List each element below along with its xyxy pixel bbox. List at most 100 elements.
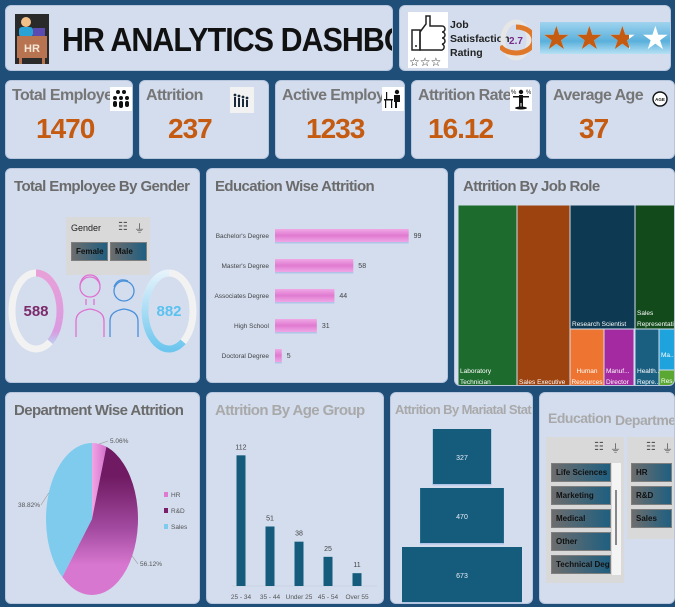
clear-filter-icon[interactable]: ⏚ xyxy=(610,440,621,456)
svg-text:Laboratory: Laboratory xyxy=(460,368,492,375)
segment-shadow xyxy=(420,543,504,545)
data-label: 5.06% xyxy=(110,438,129,445)
data-label: 470 xyxy=(456,514,468,521)
treemap-tile[interactable]: Laboratory Technician xyxy=(458,205,517,387)
legend-item[interactable]: Sales xyxy=(164,524,188,531)
svg-text:Sales: Sales xyxy=(637,310,654,317)
bar[interactable] xyxy=(265,526,275,587)
svg-text:Res...: Res... xyxy=(661,378,675,385)
treemap-tile[interactable]: Sales Representative xyxy=(635,205,675,329)
svg-text:Sales Executive: Sales Executive xyxy=(519,379,566,386)
education-bar-chart: Bachelor's Degree 99 Master's Degree 58 Asso… xyxy=(214,229,422,364)
data-label: 56.12% xyxy=(140,561,162,568)
tick-label: 35 - 44 xyxy=(260,594,281,601)
bar-shadow xyxy=(275,362,282,364)
kpi-average-age: Average Age 37 AGE xyxy=(546,80,675,159)
kpi-value: 1233 xyxy=(306,113,365,144)
department-slicer: ☷ ⏚ HR R&D Sales xyxy=(627,437,674,539)
kpi-value: 1470 xyxy=(36,113,95,144)
svg-text:HR: HR xyxy=(171,492,181,499)
gender-card: Total Employee By Gender Gender ☷ ⏚ Fema… xyxy=(5,168,200,383)
thumbs-up-rating-icon: ☆☆☆ xyxy=(408,12,448,69)
bar[interactable] xyxy=(294,541,304,586)
hr-logo-text: HR xyxy=(24,43,40,55)
page-title: HR ANALYTICS DASHBOARD xyxy=(62,21,392,58)
people-group-icon xyxy=(110,87,132,111)
jobrole-attrition-card: Attrition By Job Role Laboratory Technici… xyxy=(454,168,675,386)
bar[interactable] xyxy=(275,319,317,332)
treemap-tile[interactable]: Health... Repre... xyxy=(635,329,662,387)
slicer-option[interactable]: Other xyxy=(551,532,611,551)
multi-select-icon[interactable]: ☷ xyxy=(118,220,128,233)
svg-text:Repre...: Repre... xyxy=(637,379,660,386)
slicer-option[interactable]: Medical xyxy=(551,509,611,528)
data-label: 5 xyxy=(287,353,291,360)
slicer-option[interactable]: Technical Deg... xyxy=(551,555,611,574)
kpi-attrition-rate: Attrition Rate 16.12 %% xyxy=(411,80,540,159)
scrollbar-thumb[interactable] xyxy=(615,490,617,545)
slicer-option[interactable]: R&D xyxy=(631,486,672,505)
bar[interactable] xyxy=(323,556,333,586)
slicer-option[interactable]: Life Sciences xyxy=(551,463,611,482)
bar[interactable] xyxy=(275,259,354,272)
department-attrition-card: Department Wise Attrition 5.06% 56.12% 38.… xyxy=(5,392,200,604)
kpi-label: Total Employee xyxy=(12,87,121,104)
tick-label: Under 25 xyxy=(286,594,313,601)
data-label: 112 xyxy=(235,444,246,451)
kpi-label: Attrition Rate xyxy=(418,87,512,104)
bar[interactable] xyxy=(236,455,246,586)
treemap-tile[interactable]: Human Resources xyxy=(570,329,604,387)
tick-label: Over 55 xyxy=(345,594,369,601)
people-leaving-icon xyxy=(230,87,254,113)
treemap-tile[interactable]: Ma... xyxy=(659,329,675,370)
bar-shadow xyxy=(275,332,317,334)
category-label: Doctoral Degree xyxy=(222,353,270,360)
kpi-total-employee: Total Employee 1470 xyxy=(5,80,133,159)
legend-item[interactable]: HR xyxy=(164,492,181,499)
treemap-tile[interactable]: Research Scientist xyxy=(570,205,635,329)
bar[interactable] xyxy=(275,229,409,242)
marital-attrition-card: Attrition By Mariatal Status 327 470 673 xyxy=(390,392,533,604)
age-bar-chart: 112 25 - 34 51 35 - 44 38 Under 25 25 45 - 54 11… xyxy=(231,444,377,601)
bar[interactable] xyxy=(352,573,362,586)
svg-text:Director: Director xyxy=(606,379,630,386)
kpi-value: 237 xyxy=(168,113,213,144)
clear-filter-icon[interactable]: ⏚ xyxy=(134,220,145,236)
tick-label: 25 - 34 xyxy=(231,594,252,601)
data-label: 11 xyxy=(353,562,360,569)
kpi-attrition: Attrition 237 xyxy=(139,80,269,159)
slicer-option[interactable]: HR xyxy=(631,463,672,482)
bar[interactable] xyxy=(275,349,282,362)
job-satisfaction-card: ☆☆☆ Job Satisfaction Rating 2.7 ★★★★★★★★ xyxy=(399,5,671,71)
slicer-option[interactable]: Sales xyxy=(631,509,672,528)
male-count: 882 xyxy=(156,303,181,320)
clear-filter-icon[interactable]: ⏚ xyxy=(662,440,673,456)
treemap-tile[interactable]: Manuf... Director xyxy=(604,329,634,387)
department-slicer-title: Department xyxy=(615,412,675,428)
svg-text:%: % xyxy=(526,90,531,96)
bar-shadow xyxy=(275,302,335,304)
male-person-icon xyxy=(109,279,139,337)
kpi-label: Average Age xyxy=(553,87,644,104)
treemap-tile[interactable]: Res... xyxy=(659,370,675,387)
education-slicer: ☷ ⏚ Life Sciences Marketing Medical Other Te… xyxy=(546,437,624,583)
kpi-active-employee: Active Employee 1233 xyxy=(275,80,405,159)
data-label: 51 xyxy=(266,516,274,523)
bar-shadow xyxy=(275,272,354,274)
age-icon: AGE xyxy=(649,87,671,111)
slicer-label: Gender xyxy=(71,223,102,233)
slicer-option[interactable]: Marketing xyxy=(551,486,611,505)
slicers-card: Education Department ☷ ⏚ Life Sciences Ma… xyxy=(539,392,675,604)
treemap-tile[interactable]: Sales Executive xyxy=(517,205,570,387)
female-person-icon xyxy=(75,274,105,337)
star-rating: ★★★★★★★★ xyxy=(540,20,670,56)
department-pie-chart: 5.06% 56.12% 38.82% HR R&D Sales xyxy=(18,438,188,595)
data-label: 673 xyxy=(456,573,468,580)
category-label: Master's Degree xyxy=(222,263,270,270)
legend-item[interactable]: R&D xyxy=(164,508,185,515)
percent-person-icon: %% xyxy=(510,87,532,111)
multi-select-icon[interactable]: ☷ xyxy=(594,440,604,453)
multi-select-icon[interactable]: ☷ xyxy=(646,440,656,453)
scrollbar-track[interactable] xyxy=(612,463,621,575)
bar[interactable] xyxy=(275,289,335,302)
